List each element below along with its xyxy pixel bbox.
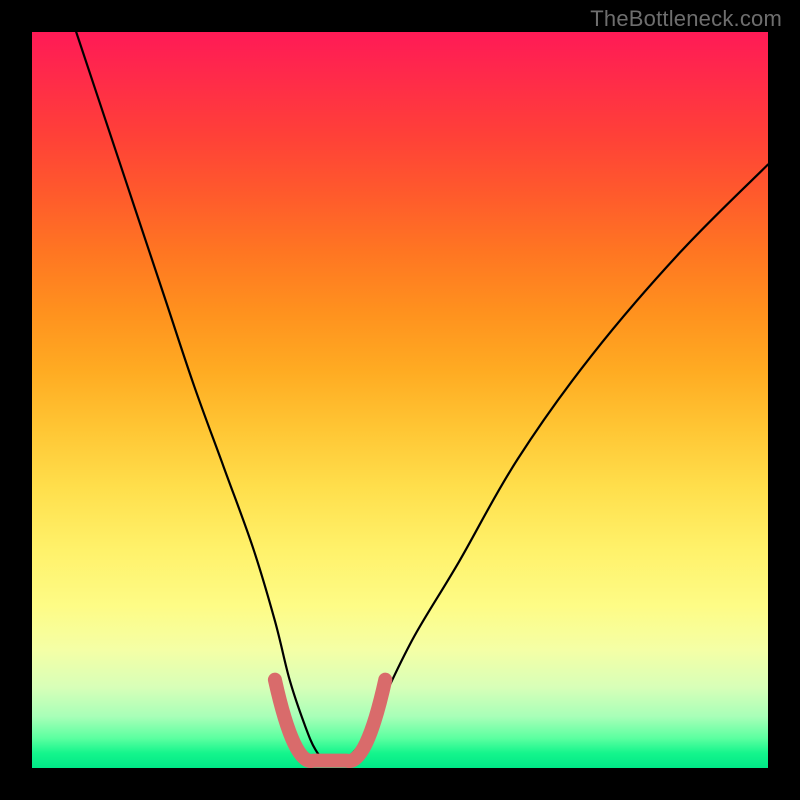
chart-frame: TheBottleneck.com (0, 0, 800, 800)
curve-layer (32, 32, 768, 768)
plot-area (32, 32, 768, 768)
watermark-text: TheBottleneck.com (590, 6, 782, 32)
valley-marker (275, 680, 385, 761)
bottleneck-curve (76, 32, 768, 762)
